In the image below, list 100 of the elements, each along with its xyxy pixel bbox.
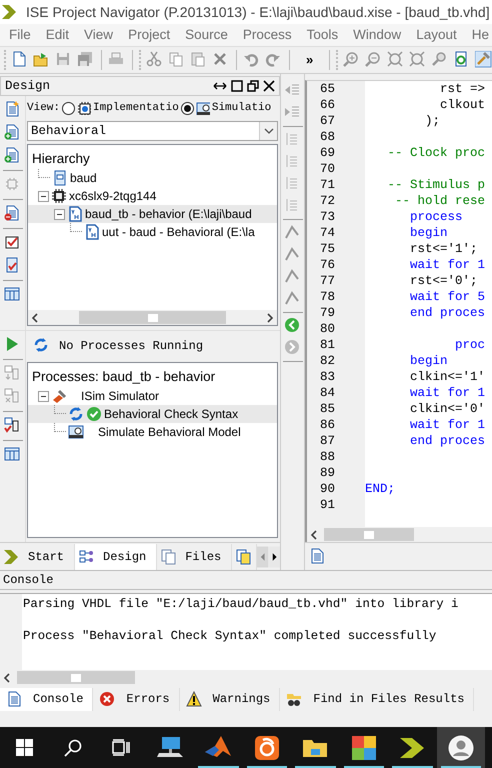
resize-icon[interactable] [213,80,227,92]
menu-item[interactable]: Edit [38,24,78,46]
scroll-left-icon[interactable] [31,312,39,322]
code-line: end proces [409,304,486,322]
tree-item[interactable]: uut - baud - Behavioral (E:\la [28,223,277,241]
files-icon [161,548,178,564]
back-icon[interactable] [284,317,302,335]
line-number: 79 [319,304,336,322]
restore-icon[interactable] [247,80,259,92]
line-number: 72 [319,192,336,210]
line-number: 68 [319,128,336,146]
hammer-icon[interactable] [475,51,492,69]
collapse-icon[interactable] [38,390,49,402]
code-line: wait for 1 [409,256,486,274]
process-check-icon[interactable] [4,417,22,435]
console-line: Process "Behavioral Check Syntax" completed successfully [22,628,438,644]
code-line: -- Stimulus p [386,176,486,194]
section-title: Processes: baud_tb - behavior [31,368,216,386]
scroll-right-icon[interactable] [268,546,280,568]
chip-icon [51,188,67,204]
code-line: wait for 1 [409,416,486,434]
menu-item[interactable]: View [77,24,122,46]
tree-item[interactable]: baud_tb - behavior (E:\laji\baud [28,205,277,223]
horizontal-scrollbar[interactable] [0,670,492,685]
line-number: 66 [319,96,336,114]
line-number: 67 [319,112,336,130]
menu-item[interactable]: Tools [300,24,346,46]
line-number: 86 [319,416,336,434]
panel-title: Design [5,78,50,95]
tab[interactable]: Console [0,688,94,710]
menu-item[interactable]: Layout [409,24,465,46]
code-line: rst => [439,81,486,98]
code-line: clkout [439,96,486,114]
radio-label[interactable]: Implementatio [93,100,179,116]
scroll-left-icon[interactable] [310,530,318,540]
line-number: 69 [319,144,336,162]
menu-item[interactable]: Window [346,24,410,46]
windows-icon[interactable] [16,739,33,756]
line-number: 74 [319,224,336,242]
console-icon [6,690,23,708]
project-icon [52,170,68,186]
radio-label[interactable]: Simulatio [212,100,272,116]
menu-item[interactable]: Project [121,24,178,46]
line-number: 75 [319,240,336,258]
line-number: 73 [319,208,336,226]
documents-icon[interactable] [236,548,252,564]
tree-item[interactable]: Simulate Behavioral Model [28,423,277,441]
add-copy-icon[interactable] [4,124,22,142]
close-icon[interactable] [263,80,275,92]
radio-button[interactable] [62,102,76,114]
tab[interactable]: Design [75,544,158,570]
panel-title: Console [3,572,54,589]
line-number: 90 [319,480,336,498]
taskbar-app[interactable] [436,727,485,768]
error-icon [99,690,116,708]
code-line: begin [409,352,448,370]
line-number: 77 [319,272,336,290]
menu-item[interactable]: He [464,24,492,46]
overflow-button[interactable]: » [296,50,324,70]
collapse-icon[interactable] [38,190,49,202]
remove-icon[interactable] [4,205,22,223]
code-line: begin [409,224,448,242]
avatar-icon [448,734,474,760]
vhdl-file-icon [84,224,100,240]
line-number: 76 [319,256,336,274]
radio-button[interactable] [180,102,194,114]
code-line: wait for 5 [409,288,486,306]
caret-icon [264,128,274,134]
check-circle-icon [86,406,102,422]
menu-item[interactable]: Process [236,24,300,46]
scroll-right-icon[interactable] [266,312,274,322]
line-number: 81 [319,336,336,354]
line-number: 87 [319,432,336,450]
task-view-icon[interactable] [112,738,130,756]
squirrel-icon [254,734,280,760]
code-line: proc [454,336,486,354]
horizontal-scrollbar[interactable] [307,527,492,542]
implementation-icon [77,101,92,115]
menu-item[interactable]: Source [178,24,236,46]
code-line: ); [424,112,440,130]
line-number: 80 [319,320,336,338]
line-number: 82 [319,352,336,370]
maximize-icon[interactable] [231,80,243,92]
code-line: clkin<='0' [409,400,486,418]
horizontal-scrollbar[interactable] [28,310,277,325]
tree-item[interactable]: baud [28,169,277,187]
search-icon[interactable] [64,738,82,756]
collapse-icon[interactable] [54,208,65,220]
tree-item[interactable]: Behavioral Check Syntax [28,405,277,423]
new-source-icon[interactable] [4,101,22,119]
line-number: 70 [319,160,336,178]
tree-item[interactable]: ISim Simulator [28,387,277,405]
line-number: 91 [319,496,336,514]
scroll-left-icon[interactable] [3,672,11,682]
dropdown[interactable]: Behavioral [27,121,278,141]
line-number: 83 [319,368,336,386]
add-source-icon[interactable] [4,147,22,165]
code-line: END; [365,480,396,498]
tree-item[interactable]: xc6slx9-2tqg144 [28,187,277,205]
menu-item[interactable]: File [2,24,39,46]
